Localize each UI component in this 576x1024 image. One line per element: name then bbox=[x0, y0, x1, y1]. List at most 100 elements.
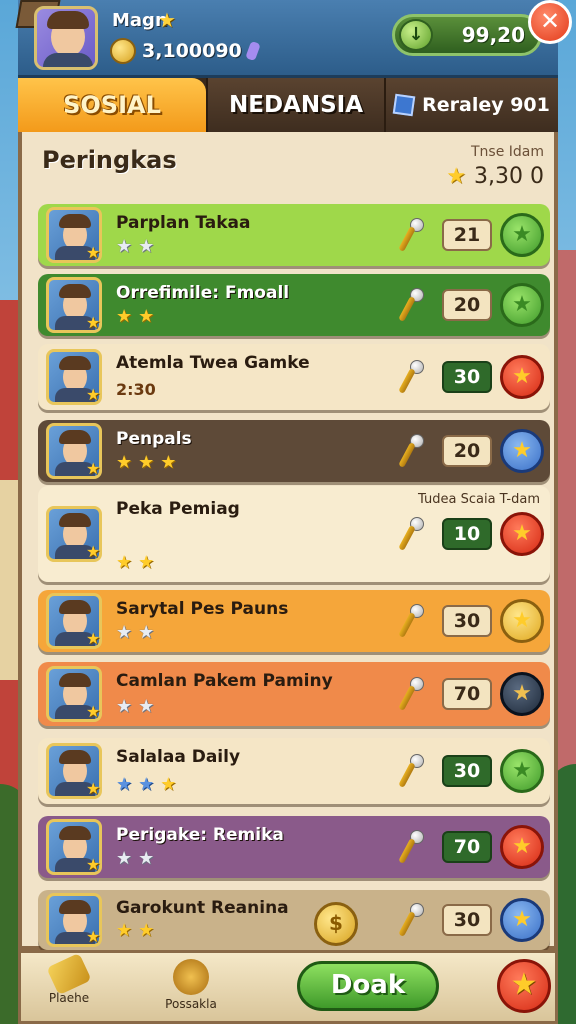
leaderboard-row[interactable]: ★ Peka Pemiag ★ ★ Tudea Scaia T-dam 10 ★ bbox=[38, 486, 550, 582]
rating-stars: ★ ★ bbox=[116, 236, 154, 257]
star-icon: ★ bbox=[138, 552, 155, 573]
star-icon: ★ bbox=[160, 774, 177, 795]
star-icon: ★ bbox=[138, 236, 155, 257]
star-icon: ★ bbox=[116, 696, 133, 717]
microphone-icon[interactable] bbox=[398, 360, 424, 394]
microphone-icon[interactable] bbox=[398, 677, 424, 711]
score-box: 30 bbox=[442, 605, 492, 637]
leaderboard-row[interactable]: ★ Penpals ★ ★ ★ 20 ★ bbox=[38, 420, 550, 482]
star-icon: ★ bbox=[138, 622, 155, 643]
tab-sosial[interactable]: SOSIAL bbox=[18, 78, 206, 132]
rating-stars: ★ ★ bbox=[116, 920, 154, 941]
leaderboard-panel: Peringkas Tnse Idam ★ 3,30 0 ★ Parplan T… bbox=[18, 132, 558, 950]
star-icon: ★ bbox=[138, 452, 155, 473]
rank-star-icon: ★ bbox=[86, 313, 101, 332]
leaderboard-row[interactable]: ★ Perigake: Remika ★ ★ 70 ★ bbox=[38, 816, 550, 878]
medal-icon[interactable]: ★ bbox=[500, 898, 544, 942]
score-box: 21 bbox=[442, 219, 492, 251]
microphone-icon[interactable] bbox=[398, 830, 424, 864]
panel-subtitle: Tnse Idam bbox=[470, 144, 544, 160]
star-icon: ★ bbox=[158, 8, 176, 32]
microphone-icon[interactable] bbox=[398, 288, 424, 322]
friend-name: Parplan Takaa bbox=[116, 213, 251, 233]
leaderboard-row[interactable]: ★ Sarytal Pes Pauns ★ ★ 30 ★ bbox=[38, 590, 550, 652]
coin-balance: 3,100090 bbox=[110, 38, 261, 64]
rank-star-icon: ★ bbox=[86, 243, 101, 262]
microphone-icon[interactable] bbox=[398, 517, 424, 551]
score-box: 70 bbox=[442, 678, 492, 710]
nav-plaehe[interactable]: Plaehe bbox=[33, 952, 105, 1019]
energy-icon: ↓ bbox=[399, 19, 433, 51]
player-avatar[interactable] bbox=[34, 6, 98, 70]
medal-icon[interactable]: ★ bbox=[500, 213, 544, 257]
cube-icon bbox=[392, 93, 416, 117]
floating-coin-icon[interactable]: $ bbox=[314, 902, 358, 946]
rating-stars: ★ ★ bbox=[116, 306, 154, 327]
rating-stars: ★ ★ ★ bbox=[116, 774, 176, 795]
energy-counter[interactable]: ↓ 99,20 bbox=[392, 14, 542, 56]
star-icon: ★ bbox=[138, 306, 155, 327]
leaderboard-row[interactable]: ★ Parplan Takaa ★ ★ 21 ★ bbox=[38, 204, 550, 266]
tab-nedansia[interactable]: NEDANSIA bbox=[206, 78, 384, 132]
tab-reraley[interactable]: Reraley 901 bbox=[384, 78, 558, 132]
score-box: 30 bbox=[442, 904, 492, 936]
friend-name: Salalaa Daily bbox=[116, 747, 241, 767]
star-icon: ★ bbox=[116, 236, 133, 257]
nav-label: Plaehe bbox=[48, 991, 90, 1005]
friend-name: Camlan Pakem Paminy bbox=[116, 671, 333, 691]
medal-icon[interactable]: ★ bbox=[500, 749, 544, 793]
energy-value: 99,20 bbox=[461, 23, 525, 47]
microphone-icon[interactable] bbox=[398, 218, 424, 252]
medal-icon[interactable]: ★ bbox=[500, 355, 544, 399]
microphone-icon[interactable] bbox=[398, 604, 424, 638]
star-icon: ★ bbox=[138, 848, 155, 869]
score-box: 30 bbox=[442, 361, 492, 393]
nav-possakla[interactable]: Possakla bbox=[155, 957, 227, 1019]
score-box: 30 bbox=[442, 755, 492, 787]
rank-star-icon: ★ bbox=[86, 927, 101, 946]
medal-icon[interactable]: ★ bbox=[500, 599, 544, 643]
score-box: 20 bbox=[442, 289, 492, 321]
star-icon: ★ bbox=[116, 920, 133, 941]
ruler-icon bbox=[46, 952, 92, 996]
star-icon: ★ bbox=[160, 452, 177, 473]
leaderboard-row[interactable]: ★ Garokunt Reanina ★ ★ 30 ★ bbox=[38, 890, 550, 950]
leaderboard-row[interactable]: ★ Orrefimile: Fmoall ★ ★ 20 ★ bbox=[38, 274, 550, 336]
microphone-icon[interactable] bbox=[398, 754, 424, 788]
star-icon: ★ bbox=[116, 774, 133, 795]
microphone-icon[interactable] bbox=[398, 903, 424, 937]
bottom-bar: Plaehe Possakla Doak ★ bbox=[18, 950, 558, 1024]
rating-stars: ★ ★ bbox=[116, 696, 154, 717]
star-icon: ★ bbox=[138, 696, 155, 717]
medal-icon[interactable]: ★ bbox=[500, 512, 544, 556]
leaderboard-row[interactable]: ★ Atemla Twea Gamke 2:30 30 ★ bbox=[38, 344, 550, 410]
close-button[interactable]: ✕ bbox=[528, 0, 572, 44]
medal-icon[interactable]: ★ bbox=[500, 429, 544, 473]
microphone-icon[interactable] bbox=[398, 434, 424, 468]
score-box: 70 bbox=[442, 831, 492, 863]
tab-reraley-label: Reraley 901 bbox=[422, 94, 550, 116]
leaderboard-row[interactable]: ★ Camlan Pakem Paminy ★ ★ 70 ★ bbox=[38, 662, 550, 726]
medal-icon[interactable]: ★ bbox=[500, 672, 544, 716]
friend-name: Orrefimile: Fmoall bbox=[116, 283, 290, 303]
friend-name: Perigake: Remika bbox=[116, 825, 284, 845]
star-icon: ★ bbox=[116, 452, 133, 473]
rating-stars: ★ ★ bbox=[116, 552, 154, 573]
medal-icon bbox=[173, 959, 209, 995]
friend-name: Penpals bbox=[116, 429, 192, 449]
rating-stars: ★ ★ bbox=[116, 622, 154, 643]
doak-button[interactable]: Doak bbox=[297, 961, 439, 1011]
leaderboard-row[interactable]: ★ Salalaa Daily ★ ★ ★ 30 ★ bbox=[38, 738, 550, 804]
star-icon: ★ bbox=[446, 164, 467, 189]
rating-stars: ★ ★ ★ bbox=[116, 452, 176, 473]
friend-name: Garokunt Reanina bbox=[116, 898, 289, 918]
favorite-star-button[interactable]: ★ bbox=[497, 959, 551, 1013]
score-box: 10 bbox=[442, 518, 492, 550]
friend-name: Sarytal Pes Pauns bbox=[116, 599, 289, 619]
rank-star-icon: ★ bbox=[86, 629, 101, 648]
rank-star-icon: ★ bbox=[86, 702, 101, 721]
medal-icon[interactable]: ★ bbox=[500, 825, 544, 869]
tab-bar: SOSIAL NEDANSIA Reraley 901 bbox=[18, 78, 558, 132]
coin-icon bbox=[110, 38, 136, 64]
medal-icon[interactable]: ★ bbox=[500, 283, 544, 327]
